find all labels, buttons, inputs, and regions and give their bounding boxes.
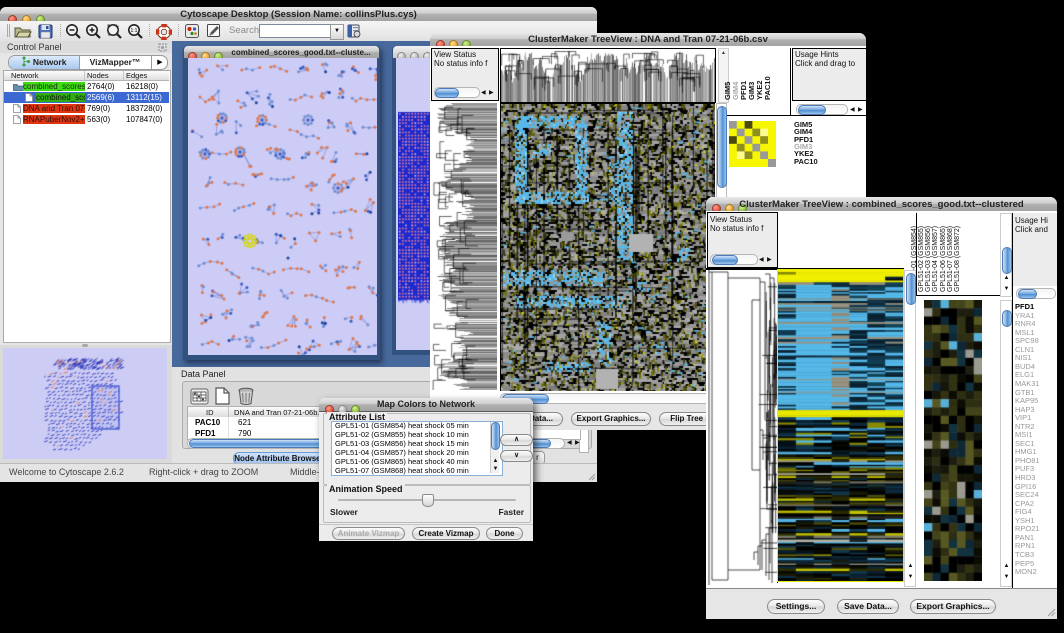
svg-text:1:1: 1:1 [131, 28, 138, 34]
